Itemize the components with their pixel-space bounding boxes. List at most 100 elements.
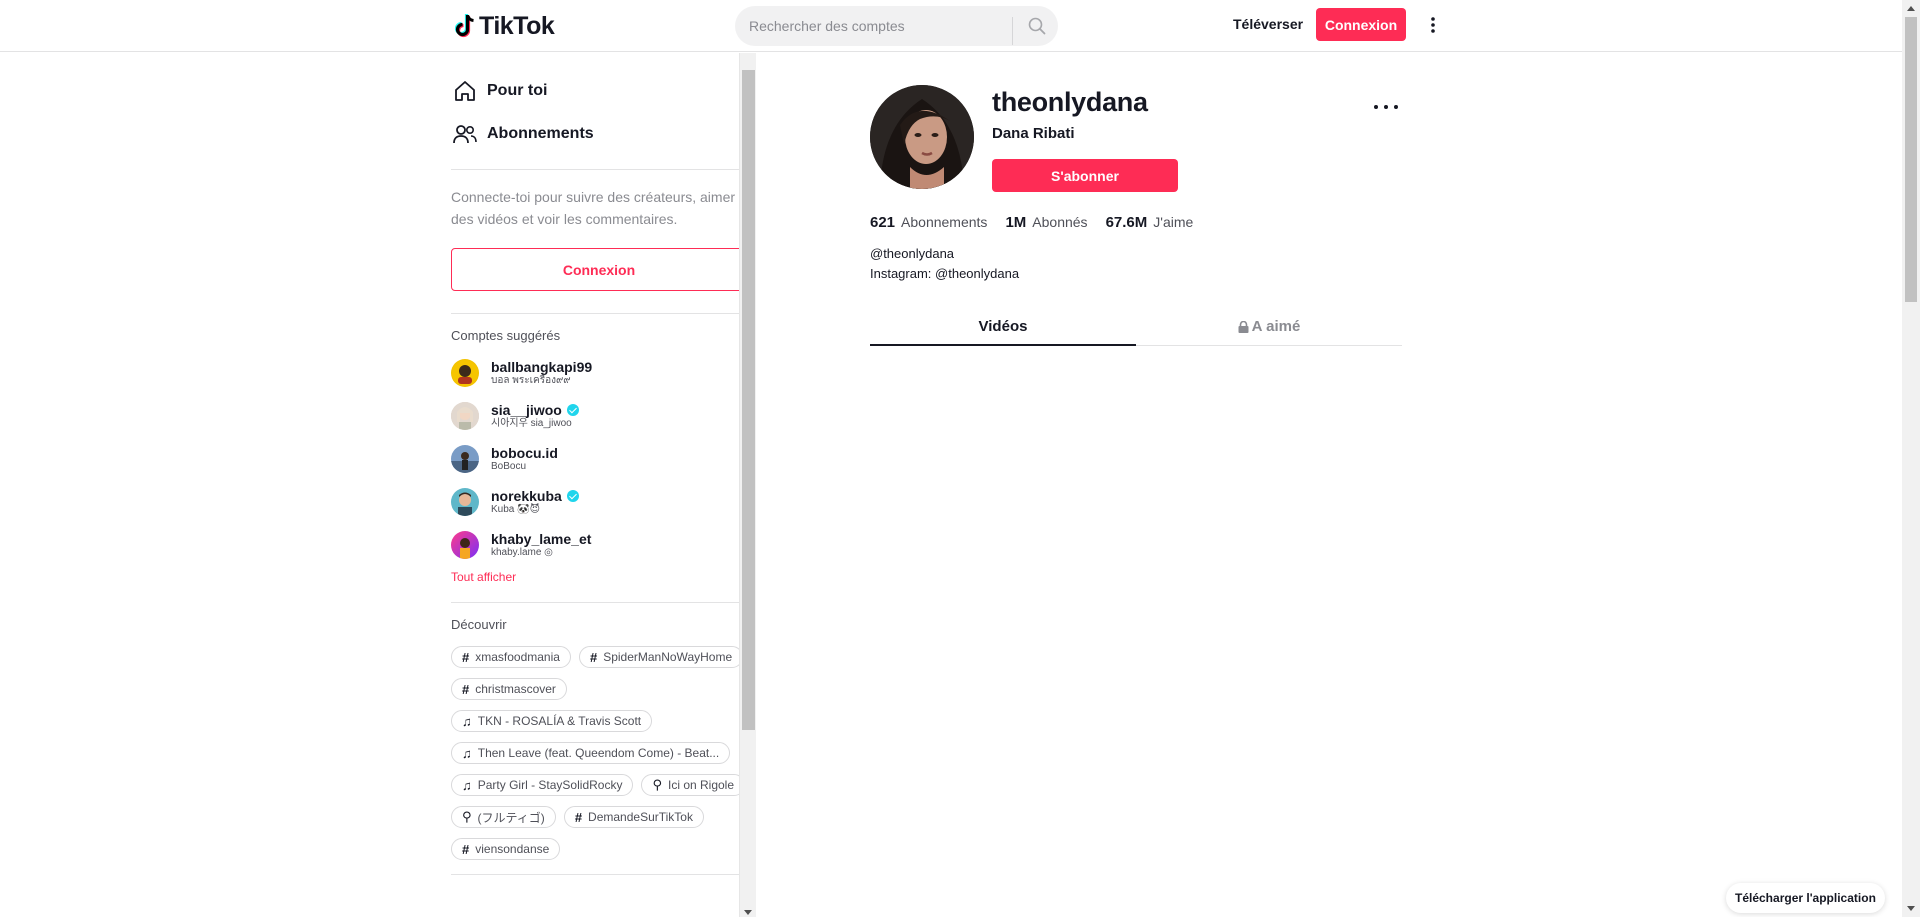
search-divider (1012, 17, 1013, 45)
search-button[interactable] (1015, 6, 1058, 46)
page-scrollbar[interactable] (1902, 0, 1920, 917)
tag-label: Then Leave (feat. Queendom Come) - Beat.… (477, 746, 720, 760)
page-scrollbar-thumb[interactable] (1905, 17, 1917, 302)
sidebar: Pour toi Abonnements Connecte-toi pour s… (451, 53, 756, 917)
music-note-icon: ♫ (462, 777, 472, 793)
tag-label: Ici on Rigole (667, 778, 735, 792)
tag-label: TKN - ROSALÍA & Travis Scott (477, 714, 642, 728)
tag-label: SpiderManNoWayHome (603, 650, 733, 664)
upload-link[interactable]: Téléverser (1233, 16, 1303, 32)
search-icon: ⚲ (652, 777, 662, 792)
tag-label: xmasfoodmania (475, 650, 560, 664)
lock-icon (1238, 320, 1249, 333)
sidebar-item-following[interactable]: Abonnements (451, 112, 739, 155)
account-username: bobocu.id (491, 444, 558, 461)
tiktok-logo[interactable]: TikTok (453, 11, 555, 40)
discover-tag-hashtag[interactable]: # SpiderManNoWayHome (578, 646, 744, 668)
suggested-account[interactable]: sia__jiwoo 시아지우 sia_jiwoo (451, 394, 739, 437)
divider (451, 169, 739, 170)
download-app-button[interactable]: Télécharger l'application (1726, 883, 1885, 913)
verified-badge-icon (566, 403, 579, 416)
profile-username: theonlydana (992, 87, 1148, 117)
music-note-icon: ♫ (462, 713, 472, 729)
tag-label: christmascover (475, 682, 556, 696)
profile-main: theonlydana Dana Ribati S'abonner 621 Abo… (756, 53, 1902, 917)
profile-more-options-icon[interactable] (1374, 97, 1398, 117)
follow-button[interactable]: S'abonner (992, 159, 1178, 192)
see-all-link[interactable]: Tout afficher (451, 570, 739, 584)
stat-label: Abonnés (1032, 214, 1088, 230)
stat-following[interactable]: 621 Abonnements (870, 214, 987, 231)
avatar (451, 358, 479, 387)
tag-label: DemandeSurTikTok (588, 810, 693, 824)
suggested-account[interactable]: ballbangkapi99 บอล พระเครื่อง๙๙ (451, 351, 739, 394)
scroll-up-arrow-icon[interactable] (1907, 6, 1915, 11)
header-login-button[interactable]: Connexion (1316, 8, 1406, 41)
profile-avatar (870, 85, 974, 189)
suggested-account[interactable]: norekkuba Kuba 🐼😈 (451, 480, 739, 523)
search-icon (1028, 17, 1045, 35)
discover-tag-hashtag[interactable]: # christmascover (451, 678, 567, 700)
sidebar-content: Pour toi Abonnements Connecte-toi pour s… (451, 53, 747, 875)
verified-badge-icon (566, 489, 579, 502)
more-menu-button[interactable] (1423, 14, 1443, 36)
tab-label: Vidéos (978, 317, 1028, 335)
avatar (451, 401, 479, 430)
sidebar-scrollbar-thumb[interactable] (742, 70, 755, 730)
search-icon: ⚲ (462, 809, 472, 824)
profile-nickname: Dana Ribati (992, 125, 1075, 142)
account-nickname: 시아지우 sia_jiwoo (491, 417, 572, 429)
top-header: TikTok Téléverser Connexion (0, 0, 1902, 52)
account-username: ballbangkapi99 (491, 358, 593, 375)
account-nickname: BoBocu (491, 460, 527, 472)
avatar (451, 487, 479, 516)
search-bar (735, 6, 1058, 46)
sidebar-item-for-you[interactable]: Pour toi (451, 69, 739, 112)
avatar (451, 444, 479, 473)
bio-line: @theonlydana (870, 246, 955, 261)
suggested-account[interactable]: bobocu.id BoBocu (451, 437, 739, 480)
stat-label: J'aime (1153, 214, 1194, 230)
discover-tag-music[interactable]: ♫ Party Girl - StaySolidRocky (451, 774, 634, 796)
tab-liked[interactable]: A aimé (1136, 307, 1402, 345)
hashtag-icon: # (462, 841, 470, 857)
suggested-accounts-title: Comptes suggérés (451, 328, 561, 343)
stat-followers[interactable]: 1M Abonnés (1005, 214, 1087, 231)
discover-tag-search[interactable]: ⚲ (フルティゴ) (451, 806, 556, 828)
bio-line: Instagram: @theonlydana (870, 266, 1020, 281)
hashtag-icon: # (589, 649, 598, 665)
discover-tag-hashtag[interactable]: # xmasfoodmania (451, 646, 571, 668)
tiktok-note-icon (453, 13, 475, 39)
discover-tag-search[interactable]: ⚲ Ici on Rigole (641, 774, 746, 796)
account-nickname: khaby.lame ◎ (491, 546, 553, 558)
hashtag-icon: # (462, 649, 470, 665)
account-username: sia__jiwoo (491, 401, 562, 418)
sidebar-item-label: Pour toi (487, 81, 548, 99)
login-tip-text: Connecte-toi pour suivre des créateurs, … (451, 189, 736, 227)
discover-tag-music[interactable]: ♫ TKN - ROSALÍA & Travis Scott (451, 710, 653, 732)
discover-tag-hashtag[interactable]: # DemandeSurTikTok (563, 806, 704, 828)
sidebar-login-button[interactable]: Connexion (451, 248, 747, 291)
tag-label: (フルティゴ) (477, 810, 545, 825)
avatar (451, 530, 479, 559)
suggested-account[interactable]: khaby_lame_et khaby.lame ◎ (451, 523, 739, 566)
discover-tag-music[interactable]: ♫ Then Leave (feat. Queendom Come) - Beat… (451, 742, 731, 764)
discover-title: Découvrir (451, 617, 507, 632)
tab-label: A aimé (1251, 317, 1301, 335)
scroll-down-arrow-icon[interactable] (744, 910, 752, 915)
profile-bio: @theonlydana Instagram: @theonlydana (870, 244, 1019, 284)
divider (451, 602, 739, 603)
sidebar-scrollbar[interactable] (739, 53, 756, 917)
hashtag-icon: # (574, 809, 583, 825)
profile-stats: 621 Abonnements 1M Abonnés 67.6M J'aime (870, 214, 1211, 231)
divider (451, 313, 739, 314)
tag-label: Party Girl - StaySolidRocky (477, 778, 623, 792)
discover-tags: # xmasfoodmania # SpiderManNoWayHome # chri… (451, 646, 751, 860)
logo-text: TikTok (479, 11, 555, 40)
scroll-down-arrow-icon[interactable] (1907, 906, 1915, 911)
hashtag-icon: # (462, 681, 470, 697)
sidebar-item-label: Abonnements (487, 124, 594, 142)
discover-tag-hashtag[interactable]: # viensondanse (451, 838, 561, 860)
search-input[interactable] (749, 6, 1004, 46)
tab-videos[interactable]: Vidéos (870, 307, 1136, 346)
